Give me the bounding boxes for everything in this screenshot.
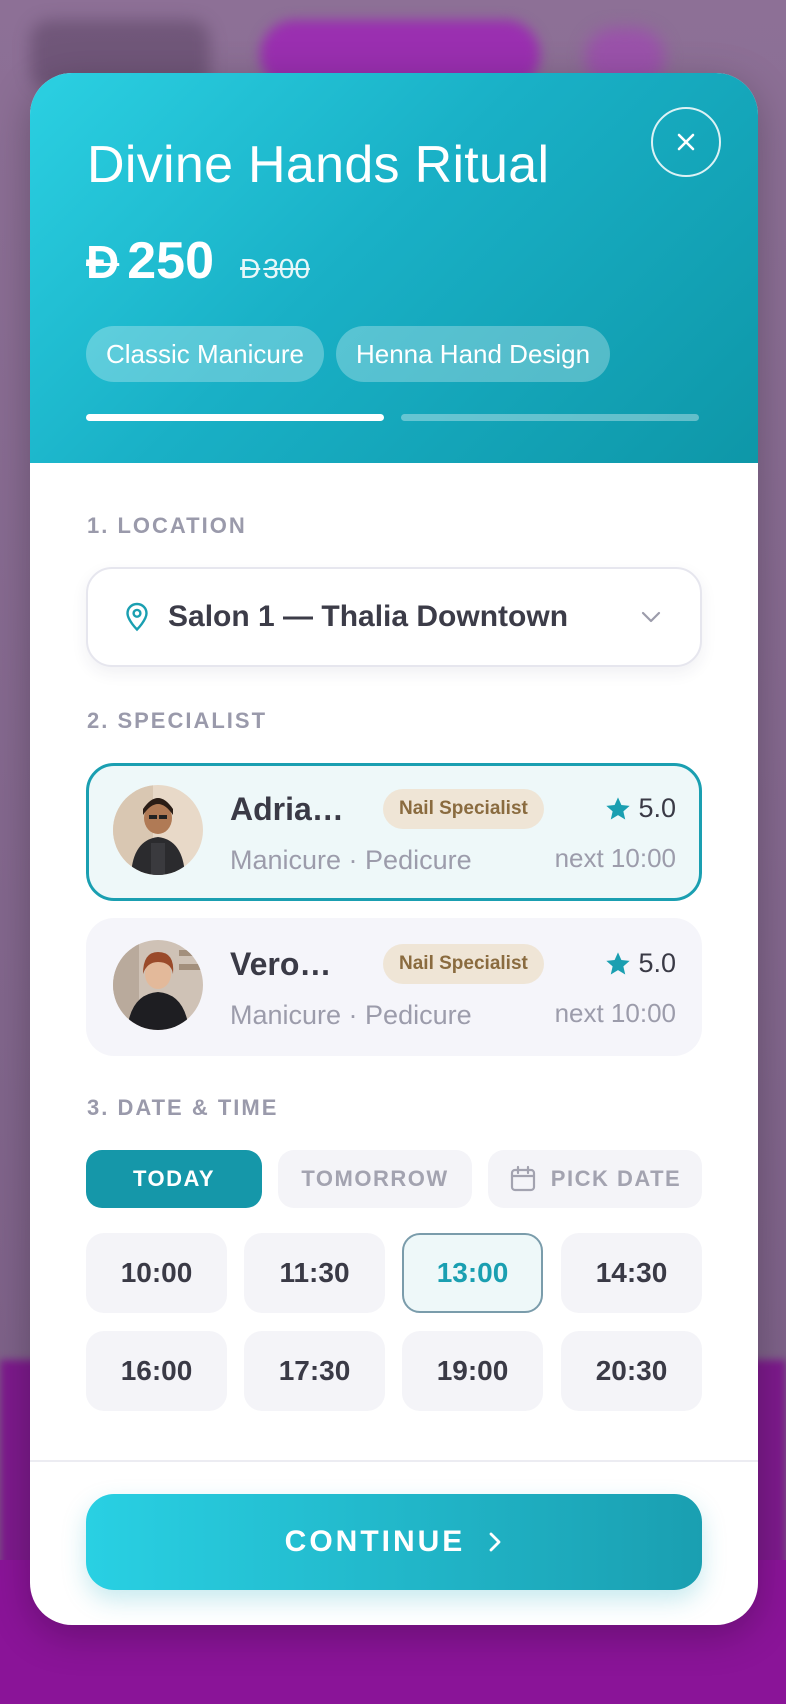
star-icon — [606, 951, 631, 974]
booking-modal: Divine Hands Ritual Đ 250 Đ 300 Classic … — [30, 73, 758, 1625]
specialist-rating: 5.0 — [604, 793, 676, 824]
close-icon — [677, 133, 695, 151]
continue-button[interactable]: CONTINUE — [86, 1494, 702, 1590]
map-pin-icon — [126, 602, 148, 632]
star-icon — [606, 796, 631, 819]
progress-step — [401, 414, 699, 421]
time-slot[interactable]: 20:30 — [561, 1331, 702, 1411]
time-slot[interactable]: 19:00 — [402, 1331, 543, 1411]
calendar-icon — [510, 1165, 535, 1192]
time-slot[interactable]: 17:30 — [244, 1331, 385, 1411]
location-section-label: 1. LOCATION — [87, 513, 247, 538]
service-chip: Classic Manicure — [86, 326, 324, 382]
time-slot[interactable]: 11:30 — [244, 1233, 385, 1313]
price: Đ 250 Đ 300 — [86, 231, 310, 291]
avatar — [113, 785, 203, 875]
specialist-rating: 5.0 — [604, 948, 676, 979]
specialist-card-selected[interactable]: Adria… Nail Specialist Manicure · Pedicu… — [86, 763, 702, 901]
price-amount: 250 — [127, 232, 214, 290]
specialist-card[interactable]: Vero… Nail Specialist Manicure · Pedicur… — [86, 918, 702, 1056]
location-value: Salon 1 — Thalia Downtown — [168, 600, 569, 633]
continue-label: CONTINUE — [284, 1525, 466, 1558]
tab-today[interactable]: TODAY — [86, 1150, 262, 1208]
specialist-services: Manicure · Pedicure — [230, 1000, 472, 1030]
rating-value: 5.0 — [638, 948, 676, 978]
old-price-currency: Đ — [240, 253, 261, 284]
specialist-name: Vero… — [230, 946, 332, 982]
specialist-badge: Nail Specialist — [383, 944, 544, 984]
specialist-services: Manicure · Pedicure — [230, 845, 472, 875]
close-button[interactable] — [651, 107, 721, 177]
specialist-next-slot: next 10:00 — [554, 998, 676, 1028]
datetime-section-label: 3. DATE & TIME — [87, 1095, 279, 1120]
service-chips: Classic Manicure Henna Hand Design — [86, 326, 611, 382]
service-chip: Henna Hand Design — [335, 326, 611, 382]
avatar — [113, 940, 203, 1030]
price-currency: Đ — [86, 236, 120, 288]
tab-pick-date[interactable]: PICK DATE — [488, 1150, 702, 1208]
tab-tomorrow[interactable]: TOMORROW — [278, 1150, 472, 1208]
location-select[interactable]: Salon 1 — Thalia Downtown — [86, 567, 702, 667]
footer-divider — [30, 1460, 758, 1462]
time-slot[interactable]: 16:00 — [86, 1331, 227, 1411]
specialist-section-label: 2. SPECIALIST — [87, 708, 268, 733]
time-slot[interactable]: 10:00 — [86, 1233, 227, 1313]
service-title: Divine Hands Ritual — [87, 136, 550, 194]
progress-step-active — [86, 414, 384, 421]
old-price-amount: 300 — [263, 253, 310, 284]
pick-date-label: PICK DATE — [550, 1166, 682, 1191]
rating-value: 5.0 — [638, 793, 676, 823]
time-slot[interactable]: 14:30 — [561, 1233, 702, 1313]
chevron-down-icon — [641, 611, 661, 623]
specialist-next-slot: next 10:00 — [554, 843, 676, 873]
specialist-badge: Nail Specialist — [383, 789, 544, 829]
time-slot-selected[interactable]: 13:00 — [402, 1233, 543, 1313]
specialist-name: Adria… — [230, 791, 344, 827]
chevron-right-icon — [489, 1532, 501, 1552]
modal-header: Divine Hands Ritual Đ 250 Đ 300 Classic … — [30, 73, 758, 463]
step-progress — [86, 414, 699, 421]
